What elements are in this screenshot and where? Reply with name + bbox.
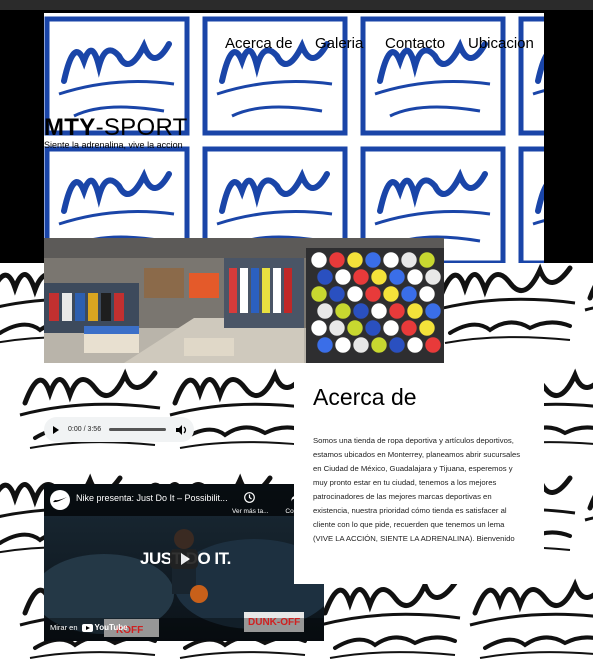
- soccer-ball: [316, 336, 334, 354]
- mty-logo-tile: [518, 16, 544, 136]
- soccer-ball: [310, 251, 328, 269]
- about-body: Somos una tienda de ropa deportiva y art…: [313, 436, 521, 543]
- soccer-ball: [424, 268, 442, 286]
- soccer-ball: [406, 268, 424, 286]
- watch-on-label: Mirar en: [50, 623, 78, 632]
- soccer-ball: [406, 336, 424, 354]
- mty-brush-logo: [584, 284, 593, 312]
- soccer-ball: [382, 319, 400, 337]
- youtube-label: YouTube: [94, 623, 128, 632]
- nike-swoosh-icon: [53, 497, 67, 503]
- soccer-ball: [310, 319, 328, 337]
- soccer-ball: [388, 302, 406, 320]
- mty-brush-logo: [434, 263, 576, 344]
- watch-later-label: Ver más ta...: [232, 508, 269, 515]
- nav-link-contacto[interactable]: Contacto: [385, 35, 445, 52]
- mty-logo-tile: [518, 146, 544, 263]
- store-photo-illustration: [44, 238, 444, 363]
- mty-brush-logo: [19, 368, 161, 449]
- soccer-ball: [352, 268, 370, 286]
- about-section: Acerca de Somos una tienda de ropa depor…: [294, 364, 544, 584]
- soccer-ball: [346, 319, 364, 337]
- watch-later-button[interactable]: Ver más ta...: [232, 490, 269, 515]
- soccer-ball: [364, 285, 382, 303]
- audio-time: 0:00 / 3:56: [68, 426, 102, 433]
- brand-tagline: Siente la adrenalina, vive la accion: [44, 140, 183, 150]
- soccer-ball: [388, 268, 406, 286]
- soccer-ball: [370, 268, 388, 286]
- soccer-ball: [346, 251, 364, 269]
- mty-brush-logo: [584, 494, 593, 522]
- brand-bold: MTY: [44, 114, 96, 141]
- brand-rest: -SPORT: [95, 114, 188, 141]
- soccer-ball: [328, 251, 346, 269]
- video-court-sign: DUNK-OFF: [248, 617, 301, 628]
- soccer-ball: [364, 319, 382, 337]
- soccer-ball: [328, 285, 346, 303]
- soccer-ball: [334, 336, 352, 354]
- soccer-ball: [346, 285, 364, 303]
- soccer-ball: [364, 251, 382, 269]
- youtube-icon: [81, 623, 93, 632]
- soccer-ball: [382, 285, 400, 303]
- nav-link-galeria[interactable]: Galeria: [315, 35, 363, 52]
- audio-progress-track[interactable]: [109, 428, 167, 431]
- soccer-ball: [370, 302, 388, 320]
- volume-icon[interactable]: [176, 424, 188, 435]
- soccer-ball: [424, 336, 442, 354]
- nav-link-acerca-de[interactable]: Acerca de: [225, 35, 293, 52]
- soccer-ball: [334, 268, 352, 286]
- soccer-ball: [352, 302, 370, 320]
- mty-logo-tile: [202, 16, 348, 136]
- soccer-ball: [400, 251, 418, 269]
- video-play-button[interactable]: [170, 549, 198, 569]
- audio-player[interactable]: 0:00 / 3:56: [44, 417, 194, 442]
- soccer-ball: [418, 251, 436, 269]
- soccer-ball: [388, 336, 406, 354]
- video-embed[interactable]: Nike presenta: Just Do It – Possibilit..…: [44, 484, 324, 641]
- soccer-ball: [382, 251, 400, 269]
- nav-link-ubicacion[interactable]: Ubicacion: [468, 35, 534, 52]
- soccer-ball: [352, 336, 370, 354]
- channel-avatar[interactable]: [50, 490, 70, 510]
- youtube-logo: YouTube: [81, 623, 128, 632]
- soccer-ball: [316, 268, 334, 286]
- soccer-ball: [418, 285, 436, 303]
- brand-name: MTY-SPORT: [44, 114, 188, 142]
- soccer-ball: [406, 302, 424, 320]
- browser-top-strip: [0, 0, 593, 10]
- soccer-ball: [310, 285, 328, 303]
- soccer-ball: [418, 319, 436, 337]
- watch-on-youtube-link[interactable]: Mirar en YouTube: [50, 623, 128, 632]
- mty-brush-logo: [169, 368, 311, 449]
- site-header: MTY SPORT Acerca de Galeria Contacto Ubi…: [44, 13, 544, 263]
- about-heading: Acerca de: [313, 384, 417, 410]
- clock-icon: [243, 492, 255, 503]
- play-triangle-icon: [180, 553, 190, 565]
- soccer-ball: [400, 319, 418, 337]
- soccer-ball: [370, 336, 388, 354]
- soccer-ball: [316, 302, 334, 320]
- soccer-ball: [334, 302, 352, 320]
- store-photo: [44, 238, 444, 363]
- soccer-ball: [328, 319, 346, 337]
- play-icon[interactable]: [53, 425, 59, 434]
- mty-logo-tile: [360, 16, 506, 136]
- video-title[interactable]: Nike presenta: Just Do It – Possibilit..…: [76, 493, 228, 503]
- soccer-ball: [400, 285, 418, 303]
- soccer-ball: [424, 302, 442, 320]
